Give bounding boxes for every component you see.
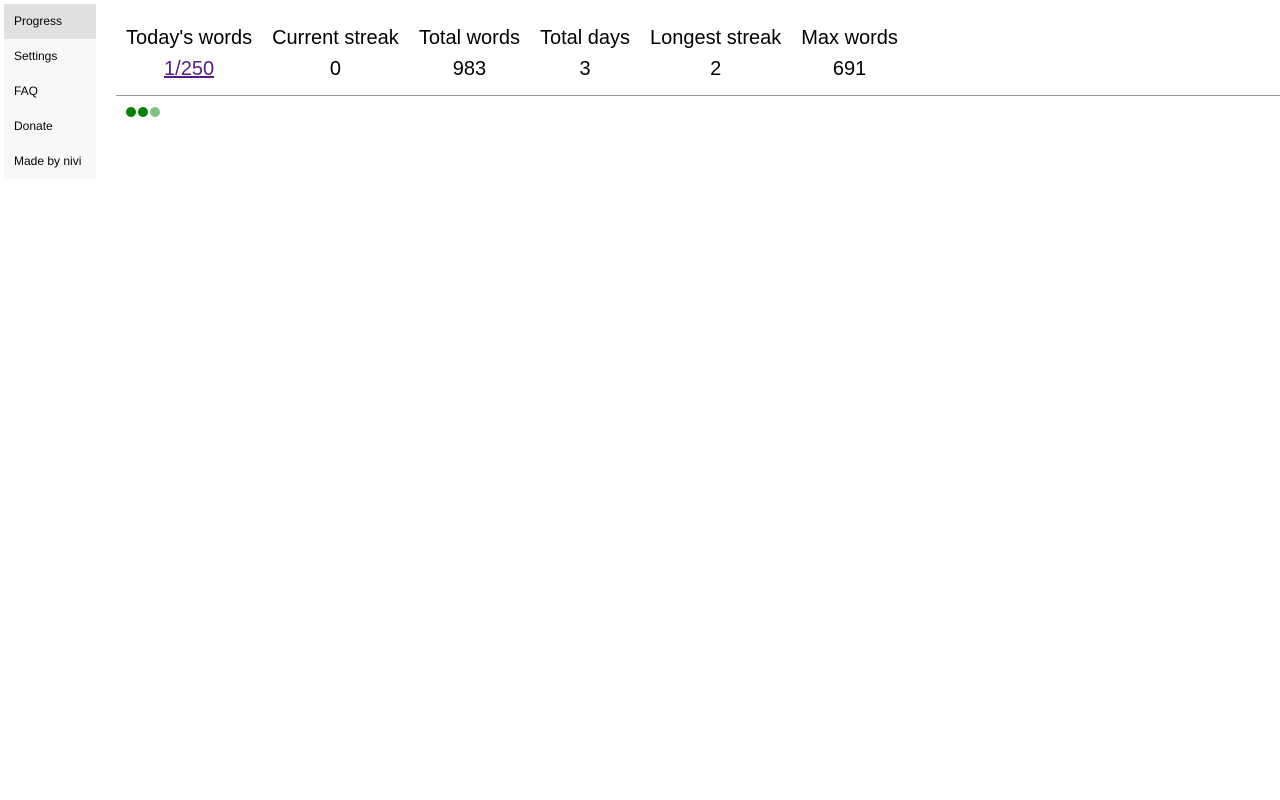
sidebar-item-settings[interactable]: Settings	[4, 39, 96, 74]
activity-dot-partial	[150, 107, 160, 117]
sidebar-item-made-by[interactable]: Made by nivi	[4, 144, 96, 179]
header-total-words: Total words	[418, 26, 520, 49]
sidebar-item-faq[interactable]: FAQ	[4, 74, 96, 109]
sidebar-item-donate[interactable]: Donate	[4, 109, 96, 144]
main-content: Today's words Current streak Total words…	[116, 0, 1280, 117]
activity-dot-complete	[126, 107, 136, 117]
activity-dot-complete	[138, 107, 148, 117]
sidebar-item-progress[interactable]: Progress	[4, 4, 96, 39]
todays-words-link[interactable]: 1/250	[164, 58, 214, 80]
value-max-words: 691	[832, 57, 867, 80]
sidebar: Progress Settings FAQ Donate Made by niv…	[4, 4, 96, 179]
value-current-streak: 0	[329, 57, 342, 80]
stats-header-row: Today's words Current streak Total words…	[116, 24, 908, 52]
header-current-streak: Current streak	[272, 26, 399, 49]
header-todays-words: Today's words	[126, 26, 253, 49]
divider	[116, 95, 1280, 96]
activity-dots	[126, 107, 1280, 117]
header-longest-streak: Longest streak	[650, 26, 782, 49]
header-max-words: Max words	[801, 26, 898, 49]
value-todays-words: 1/250	[116, 52, 262, 82]
stats-value-row: 1/250 0 983 3 2 691	[116, 52, 908, 82]
header-total-days: Total days	[539, 26, 631, 49]
value-total-words: 983	[452, 57, 487, 80]
value-total-days: 3	[579, 57, 591, 80]
stats-table: Today's words Current streak Total words…	[116, 24, 908, 82]
value-longest-streak: 2	[710, 57, 722, 80]
